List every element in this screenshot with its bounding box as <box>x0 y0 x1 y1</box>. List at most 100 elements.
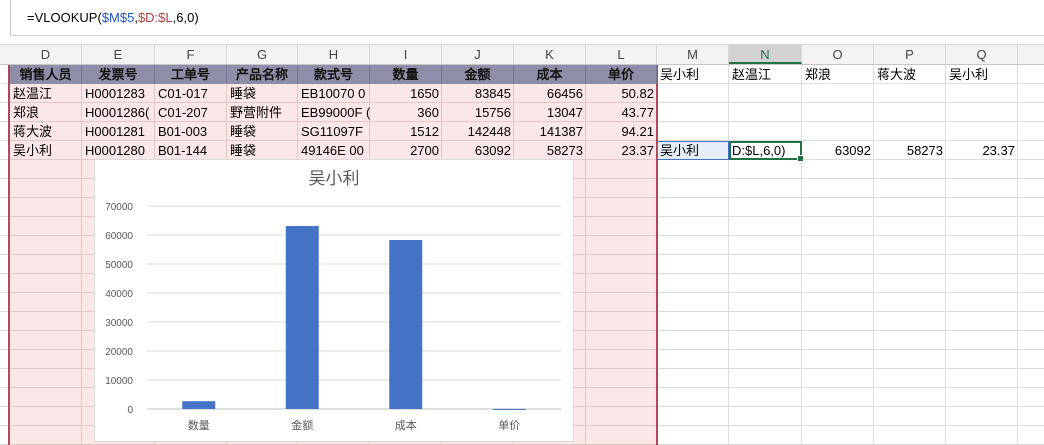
table-cell[interactable]: B01-003 <box>155 122 227 141</box>
table-cell[interactable]: 1512 <box>370 122 442 141</box>
table-cell[interactable]: 43.77 <box>586 103 657 122</box>
table-cell[interactable]: 94.21 <box>586 122 657 141</box>
table-cell[interactable]: 睡袋 <box>227 84 298 103</box>
table-header-cell[interactable]: 金额 <box>442 65 514 84</box>
chart-ytick-label: 40000 <box>105 289 133 300</box>
column-header-j[interactable]: J <box>442 45 514 64</box>
table-cell[interactable]: H0001281 <box>82 122 155 141</box>
active-cell-text[interactable]: D:$L,6,0) <box>729 141 802 160</box>
table-cell[interactable]: 63092 <box>442 141 514 160</box>
bar-chart[interactable]: 吴小利 0 10000 20000 30000 40000 50000 60000 70000 数… <box>94 159 574 442</box>
column-header-bar: DEFGHIJKLMNOPQ <box>0 45 1044 65</box>
chart-bar <box>389 240 423 409</box>
chart-ytick-label: 70000 <box>105 202 133 213</box>
column-header-l[interactable]: L <box>586 45 657 64</box>
table-cell[interactable]: 58273 <box>514 141 586 160</box>
chart-ytick-label: 20000 <box>105 347 133 358</box>
column-header-q[interactable]: Q <box>946 45 1018 64</box>
table-cell[interactable]: 15756 <box>442 103 514 122</box>
chart-xtick-label: 成本 <box>395 418 417 432</box>
chart-ytick-label: 30000 <box>105 318 133 329</box>
chart-xtick-label: 金额 <box>291 418 313 432</box>
column-header-h[interactable]: H <box>298 45 370 64</box>
table-cell[interactable]: 360 <box>370 103 442 122</box>
table-cell[interactable]: EB10070 0 <box>298 84 370 103</box>
table-cell[interactable]: H0001280 <box>82 141 155 160</box>
table-header-cell[interactable]: 发票号 <box>82 65 155 84</box>
table-cell[interactable]: B01-144 <box>155 141 227 160</box>
column-header-e[interactable]: E <box>82 45 155 64</box>
table-cell[interactable]: 141387 <box>514 122 586 141</box>
grid-vline <box>1017 65 1018 445</box>
chart-ytick-label: 60000 <box>105 231 133 242</box>
result-cell-q5[interactable]: 23.37 <box>946 141 1018 160</box>
chart-title: 吴小利 <box>309 169 360 188</box>
table-header-cell[interactable]: 数量 <box>370 65 442 84</box>
table-header-cell[interactable]: 款式号 <box>298 65 370 84</box>
table-cell[interactable]: SG11097F <box>298 122 370 141</box>
chart-bar <box>285 226 319 409</box>
chart-ytick-label: 10000 <box>105 376 133 387</box>
table-cell[interactable]: 蒋大波 <box>10 122 82 141</box>
table-cell[interactable]: EB99000F ( <box>298 103 370 122</box>
table-header-cell[interactable]: 单价 <box>586 65 657 84</box>
table-cell[interactable]: 13047 <box>514 103 586 122</box>
chart-bar <box>492 408 526 410</box>
lookup-key-cell[interactable]: 吴小利 <box>657 141 729 160</box>
table-cell[interactable]: 1650 <box>370 84 442 103</box>
table-header-cell[interactable]: 销售人员 <box>10 65 82 84</box>
lookup-name-cell[interactable]: 郑浪 <box>802 65 874 84</box>
table-cell[interactable]: H0001283 <box>82 84 155 103</box>
column-header-d[interactable]: D <box>10 45 82 64</box>
table-cell[interactable]: H0001286( <box>82 103 155 122</box>
chart-svg: 吴小利 0 10000 20000 30000 40000 50000 60000 70000 数… <box>105 169 561 432</box>
table-header-cell[interactable]: 成本 <box>514 65 586 84</box>
table-cell[interactable]: 2700 <box>370 141 442 160</box>
lookup-name-cell[interactable]: 蒋大波 <box>874 65 946 84</box>
table-cell[interactable]: 142448 <box>442 122 514 141</box>
table-cell[interactable]: 50.82 <box>586 84 657 103</box>
formula-prefix: =VLOOKUP( <box>27 10 102 25</box>
result-cell-p5[interactable]: 58273 <box>874 141 946 160</box>
column-header-f[interactable]: F <box>155 45 227 64</box>
column-header-g[interactable]: G <box>227 45 298 64</box>
chart-ytick-label: 50000 <box>105 260 133 271</box>
table-cell[interactable]: 郑浪 <box>10 103 82 122</box>
formula-suffix: ,6,0) <box>172 10 199 25</box>
grid-vline <box>945 65 946 445</box>
column-header-o[interactable]: O <box>802 45 874 64</box>
lookup-name-cell[interactable]: 吴小利 <box>946 65 1018 84</box>
chart-xtick-label: 单价 <box>498 419 520 432</box>
column-header-k[interactable]: K <box>514 45 586 64</box>
column-header-i[interactable]: I <box>370 45 442 64</box>
column-header-n[interactable]: N <box>729 45 802 64</box>
table-cell[interactable]: 吴小利 <box>10 141 82 160</box>
table-cell[interactable]: 睡袋 <box>227 141 298 160</box>
table-cell[interactable]: 睡袋 <box>227 122 298 141</box>
table-cell[interactable]: 83845 <box>442 84 514 103</box>
table-cell[interactable]: 49146E 00 <box>298 141 370 160</box>
table-cell[interactable]: 23.37 <box>586 141 657 160</box>
column-header-m[interactable]: M <box>657 45 729 64</box>
toolbar-gap <box>0 36 1044 45</box>
lookup-name-cell[interactable]: 吴小利 <box>657 65 729 84</box>
column-header-p[interactable]: P <box>874 45 946 64</box>
formula-ref-2: $D:$L <box>137 10 173 25</box>
table-cell[interactable]: 赵温江 <box>10 84 82 103</box>
table-cell[interactable]: 66456 <box>514 84 586 103</box>
name-box-edge[interactable] <box>0 0 11 36</box>
chart-bar <box>182 401 216 409</box>
grid-vline <box>801 65 802 445</box>
table-cell[interactable]: 野营附件 <box>227 103 298 122</box>
table-cell[interactable]: C01-017 <box>155 84 227 103</box>
table-header-cell[interactable]: 工单号 <box>155 65 227 84</box>
chart-xtick-label: 数量 <box>188 419 210 432</box>
formula-bar: =VLOOKUP($M$5,$D:$L,6,0) <box>0 0 1044 36</box>
result-cell-o5[interactable]: 63092 <box>802 141 874 160</box>
lookup-name-cell[interactable]: 赵温江 <box>729 65 802 84</box>
formula-input[interactable]: =VLOOKUP($M$5,$D:$L,6,0) <box>27 10 199 25</box>
table-cell[interactable]: C01-207 <box>155 103 227 122</box>
grid-vline <box>873 65 874 445</box>
chart-ytick-label: 0 <box>127 405 133 416</box>
table-header-cell[interactable]: 产品名称 <box>227 65 298 84</box>
